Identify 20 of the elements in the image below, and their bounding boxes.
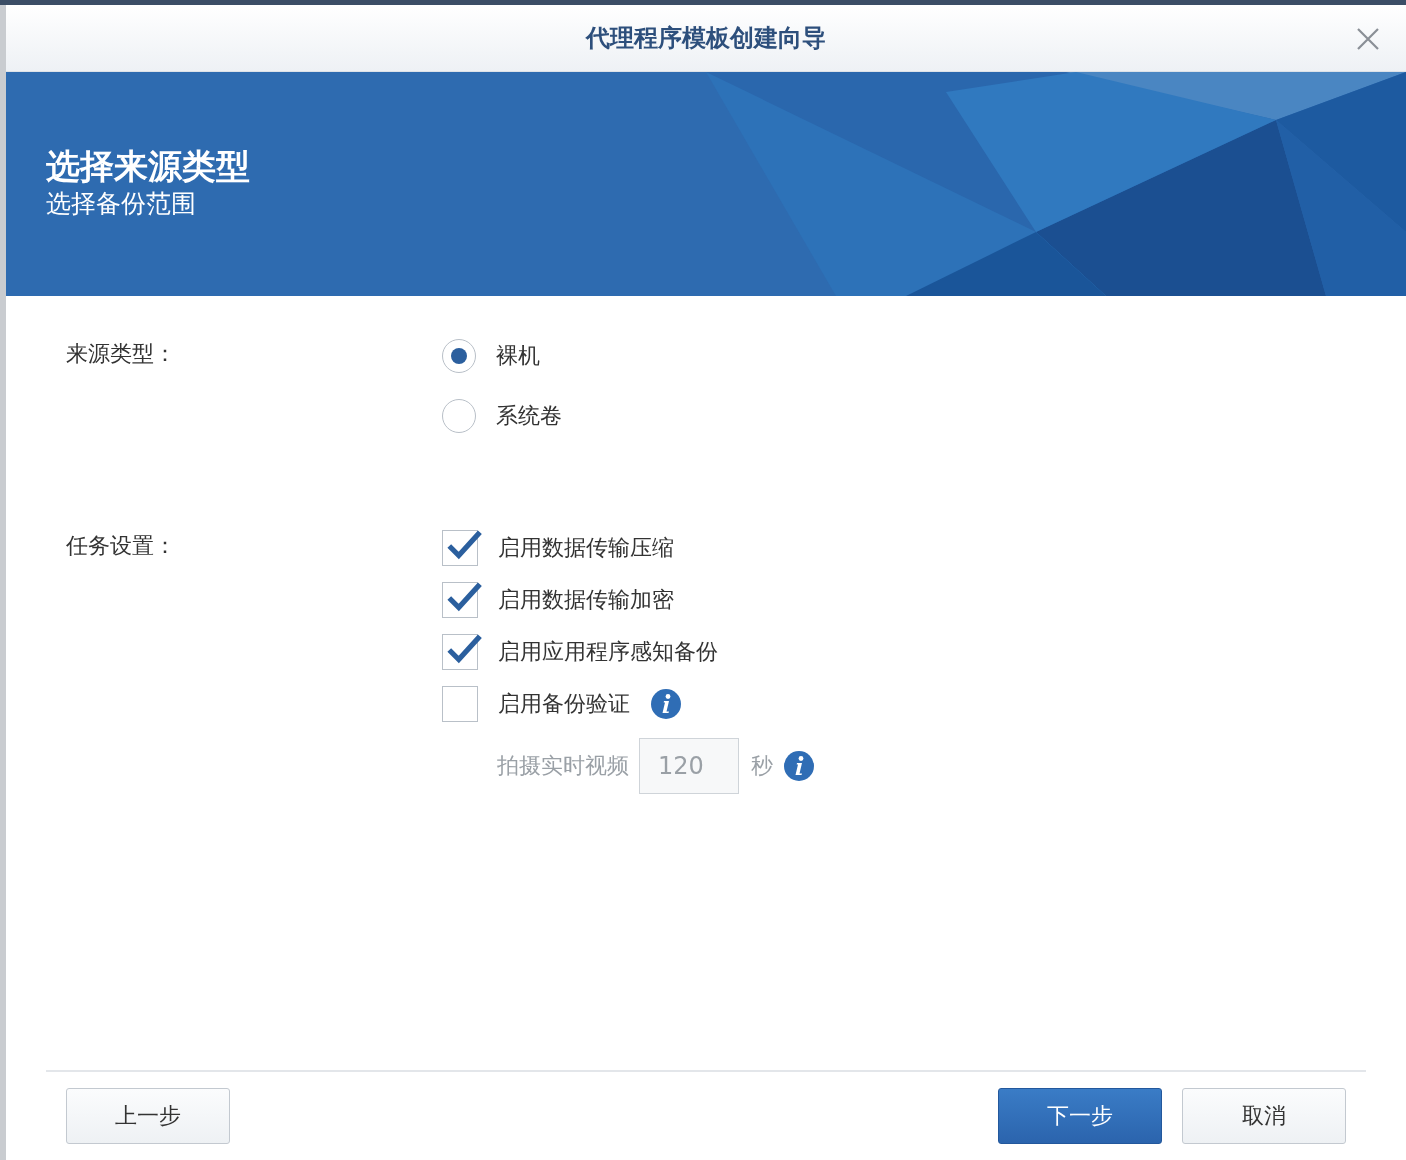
option-label[interactable]: 裸机 xyxy=(496,341,540,371)
field-label: 来源类型： xyxy=(66,340,177,368)
field-label: 拍摄实时视频 xyxy=(497,752,629,780)
banner-subtitle: 选择备份范围 xyxy=(46,188,197,220)
option-label[interactable]: 启用数据传输加密 xyxy=(498,585,674,615)
button[interactable]: 上一步 xyxy=(66,1088,230,1144)
radio-button[interactable] xyxy=(442,339,476,373)
option-label[interactable]: 启用备份验证 xyxy=(498,689,630,719)
banner-title: 选择来源类型 xyxy=(46,145,251,188)
checkbox[interactable] xyxy=(442,686,478,722)
button[interactable]: 取消 xyxy=(1182,1088,1346,1144)
option-label[interactable]: 启用应用程序感知备份 xyxy=(498,637,718,667)
option-label[interactable]: 启用数据传输压缩 xyxy=(498,533,674,563)
radio-button[interactable] xyxy=(442,399,476,433)
field-label: 任务设置： xyxy=(66,532,177,560)
unit-label: 秒 xyxy=(751,752,773,780)
close-icon xyxy=(1356,27,1380,51)
next-button[interactable]: 下一步 xyxy=(998,1088,1162,1144)
window-title: 代理程序模板创建向导 xyxy=(586,23,826,54)
option-label[interactable]: 系统卷 xyxy=(496,401,562,431)
